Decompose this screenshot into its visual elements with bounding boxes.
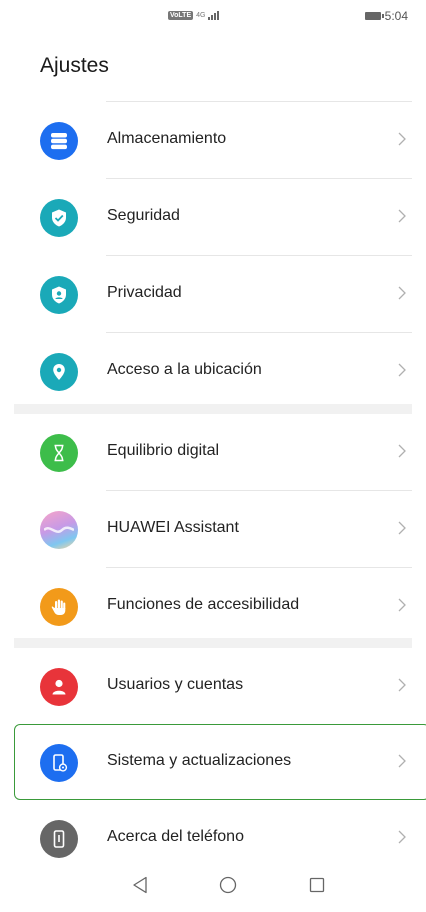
settings-item-acceso-ubicacion[interactable]: Acceso a la ubicación — [0, 333, 426, 410]
status-right: 5:04 — [364, 9, 408, 23]
settings-item-usuarios-cuentas[interactable]: Usuarios y cuentas — [0, 648, 426, 725]
settings-item-label: Seguridad — [107, 207, 180, 224]
settings-item-equilibrio-digital[interactable]: Equilibrio digital — [0, 414, 426, 491]
chevron-right-icon — [398, 675, 406, 695]
settings-item-label: Acerca del teléfono — [107, 828, 244, 845]
status-bar: VoLTE 4G 5:04 — [0, 0, 426, 32]
settings-item-label: HUAWEI Assistant — [107, 519, 239, 536]
signal-icon — [208, 10, 220, 20]
location-pin-icon — [40, 353, 78, 391]
network-indicators: VoLTE 4G — [168, 10, 220, 20]
back-icon[interactable] — [125, 870, 155, 900]
chevron-right-icon — [398, 360, 406, 380]
clock: 5:04 — [384, 9, 408, 23]
settings-item-label: Equilibrio digital — [107, 442, 220, 459]
page-title: Ajustes — [40, 54, 109, 77]
settings-item-label: Privacidad — [107, 284, 182, 301]
home-icon[interactable] — [213, 870, 243, 900]
settings-item-accesibilidad[interactable]: Funciones de accesibilidad — [0, 568, 426, 645]
recents-icon[interactable] — [302, 870, 332, 900]
chevron-right-icon — [398, 129, 406, 149]
settings-item-sistema-actualizaciones[interactable]: Sistema y actualizaciones — [0, 724, 426, 801]
storage-icon — [40, 122, 78, 160]
settings-item-almacenamiento[interactable]: Almacenamiento — [0, 102, 426, 179]
battery-icon — [364, 12, 384, 20]
huawei-assistant-icon — [40, 511, 78, 549]
settings-item-huawei-assistant[interactable]: HUAWEI Assistant — [0, 491, 426, 568]
settings-item-label: Sistema y actualizaciones — [107, 752, 292, 769]
navigation-bar — [0, 858, 426, 912]
user-icon — [40, 668, 78, 706]
settings-item-seguridad[interactable]: Seguridad — [0, 179, 426, 256]
settings-item-label: Acceso a la ubicación — [107, 361, 262, 378]
volte-badge: VoLTE — [168, 10, 194, 20]
shield-check-icon — [40, 199, 78, 237]
phone-settings-icon — [40, 744, 78, 782]
hourglass-icon — [40, 434, 78, 472]
chevron-right-icon — [398, 206, 406, 226]
chevron-right-icon — [398, 751, 406, 771]
settings-item-label: Funciones de accesibilidad — [107, 596, 300, 613]
hand-icon — [40, 588, 78, 626]
chevron-right-icon — [398, 827, 406, 847]
chevron-right-icon — [398, 283, 406, 303]
chevron-right-icon — [398, 518, 406, 538]
settings-item-label: Usuarios y cuentas — [107, 676, 244, 693]
settings-item-privacidad[interactable]: Privacidad — [0, 256, 426, 333]
chevron-right-icon — [398, 595, 406, 615]
privacy-shield-icon — [40, 276, 78, 314]
group-separator — [14, 638, 412, 648]
group-separator — [14, 404, 412, 414]
chevron-right-icon — [398, 441, 406, 461]
phone-info-icon — [40, 820, 78, 858]
network-type: 4G — [196, 11, 206, 19]
settings-item-label: Almacenamiento — [107, 130, 227, 147]
